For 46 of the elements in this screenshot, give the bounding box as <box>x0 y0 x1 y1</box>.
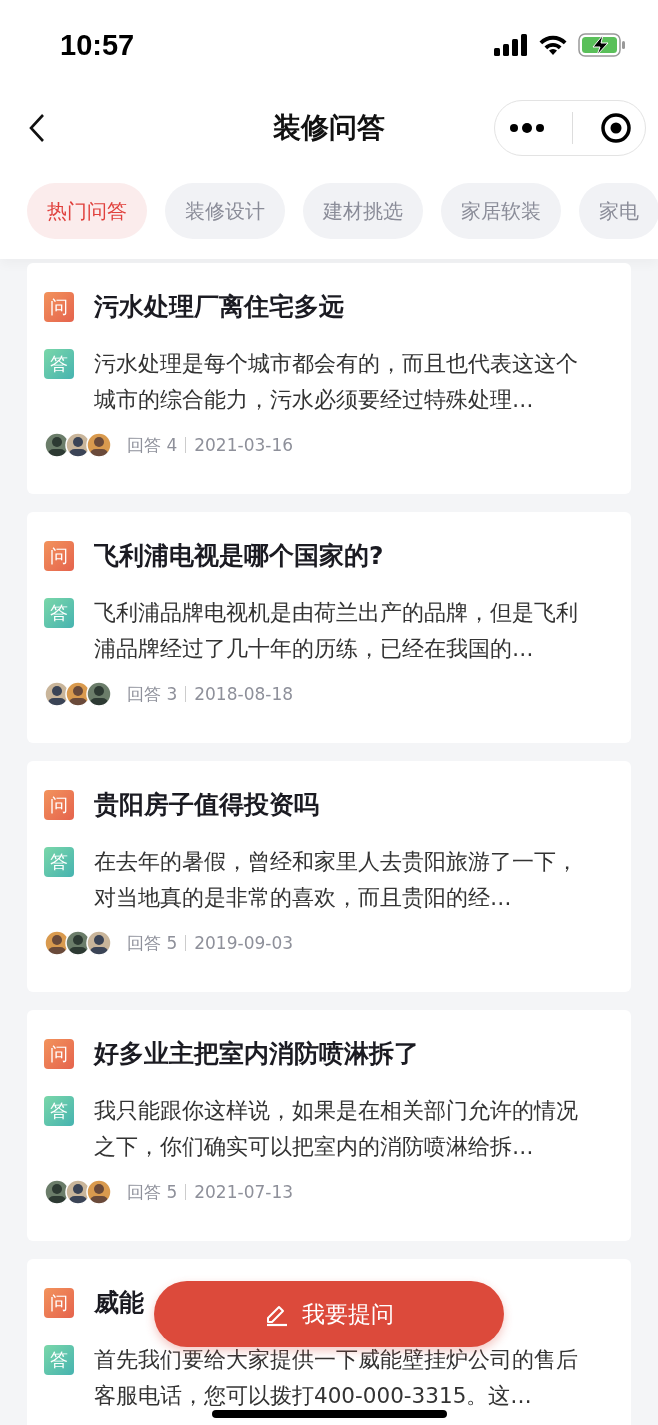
answer-badge: 答 <box>44 1096 74 1126</box>
question-badge: 问 <box>44 790 74 820</box>
back-button[interactable] <box>28 112 46 143</box>
category-tab[interactable]: 装修设计 <box>165 183 285 239</box>
question-card[interactable]: 问 飞利浦电视是哪个国家的? 答 飞利浦品牌电视机是由荷兰出产的品牌，但是飞利浦品牌经过了几十年的历练，已经在我国的… 回答 3 2018-08-18 <box>27 512 631 743</box>
answer-badge: 答 <box>44 847 74 877</box>
question-badge: 问 <box>44 541 74 571</box>
category-tab[interactable]: 热门问答 <box>27 183 147 239</box>
question-badge: 问 <box>44 1288 74 1318</box>
post-date: 2021-03-16 <box>194 435 294 455</box>
post-date: 2021-07-13 <box>194 1182 294 1202</box>
question-title: 好多业主把室内消防喷淋拆了 <box>94 1038 419 1070</box>
question-title: 飞利浦电视是哪个国家的? <box>94 540 384 572</box>
more-icon[interactable] <box>508 122 545 133</box>
answer-count: 回答 5 <box>127 931 178 955</box>
answer-count: 回答 5 <box>127 1180 178 1204</box>
answer-preview: 我只能跟你这样说，如果是在相关部门允许的情况之下，你们确实可以把室内的消防喷淋给拆… <box>94 1097 579 1161</box>
answer-preview: 污水处理是每个城市都会有的，而且也代表这这个城市的综合能力，污水必须要经过特殊处理… <box>94 350 579 414</box>
question-card[interactable]: 问 贵阳房子值得投资吗 答 在去年的暑假，曾经和家里人去贵阳旅游了一下，对当地真的是非常的喜欢，而且贵阳的经… 回答 5 2019-09-03 <box>27 761 631 992</box>
ask-question-button[interactable]: 我要提问 <box>154 1281 504 1347</box>
post-date: 2018-08-18 <box>194 684 294 704</box>
answer-preview: 飞利浦品牌电视机是由荷兰出产的品牌，但是飞利浦品牌经过了几十年的历练，已经在我国的… <box>94 599 579 663</box>
wifi-icon <box>538 34 568 56</box>
category-tab[interactable]: 建材挑选 <box>303 183 423 239</box>
answer-count: 回答 3 <box>127 682 178 706</box>
signal-icon <box>494 34 528 56</box>
page-title: 装修问答 <box>272 109 386 146</box>
category-tab[interactable]: 家电 <box>579 183 658 239</box>
answer-badge: 答 <box>44 349 74 379</box>
close-target-icon[interactable] <box>599 111 632 144</box>
answer-count: 回答 4 <box>127 433 178 457</box>
question-title: 威能 <box>94 1287 144 1319</box>
question-badge: 问 <box>44 1039 74 1069</box>
status-time: 10:57 <box>60 28 135 62</box>
question-title: 贵阳房子值得投资吗 <box>94 789 319 821</box>
question-badge: 问 <box>44 292 74 322</box>
question-card[interactable]: 问 好多业主把室内消防喷淋拆了 答 我只能跟你这样说，如果是在相关部门允许的情况之下，你们确实可以把室内的消防喷淋给拆… 回答 5 2021-07-13 <box>27 1010 631 1241</box>
answer-preview: 在去年的暑假，曾经和家里人去贵阳旅游了一下，对当地真的是非常的喜欢，而且贵阳的经… <box>94 848 579 912</box>
answer-badge: 答 <box>44 598 74 628</box>
battery-charging-icon <box>578 33 626 57</box>
answer-preview: 首先我们要给大家提供一下威能壁挂炉公司的售后客服电话，您可以拨打400-000-3315。这… <box>94 1346 579 1410</box>
question-card[interactable]: 问 污水处理厂离住宅多远 答 污水处理是每个城市都会有的，而且也代表这这个城市的综合能力，污水必须要经过特殊处理… 回答 4 2021-03-16 <box>27 263 631 494</box>
category-tab[interactable]: 家居软装 <box>441 183 561 239</box>
question-title: 污水处理厂离住宅多远 <box>94 291 344 323</box>
answer-badge: 答 <box>44 1345 74 1375</box>
post-date: 2019-09-03 <box>194 933 294 953</box>
